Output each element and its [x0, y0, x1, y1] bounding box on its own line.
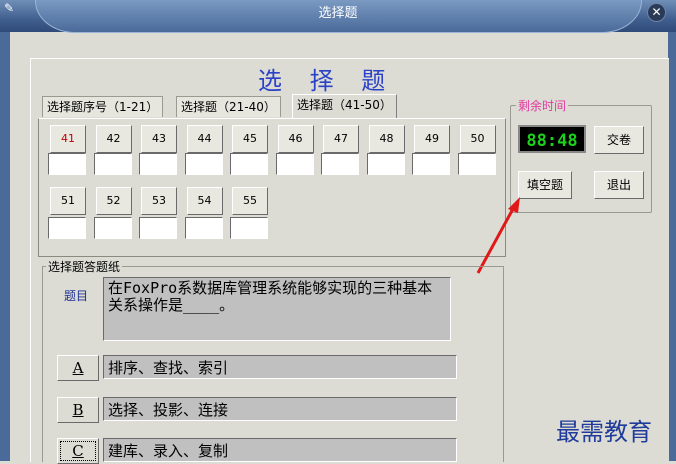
tab-range-21-40[interactable]: 选择题（21-40）: [176, 96, 281, 117]
question-47-button[interactable]: 47: [323, 125, 359, 153]
question-46-answer-box[interactable]: [275, 153, 314, 175]
question-53-answer-box[interactable]: [139, 217, 177, 239]
tab-range-41-50[interactable]: 选择题（41-50）: [292, 94, 397, 118]
question-53-button[interactable]: 53: [141, 187, 177, 215]
option-a-key: A: [72, 359, 84, 377]
watermark: 最需教育: [556, 418, 652, 446]
remaining-time-label: 剩余时间: [516, 97, 569, 114]
question-51-answer-box[interactable]: [48, 217, 86, 239]
title-bar: ✎ 选择题 ✕: [0, 0, 676, 33]
question-44-button[interactable]: 44: [186, 125, 223, 153]
option-c-button[interactable]: C: [57, 438, 99, 464]
question-43-button[interactable]: 43: [141, 125, 177, 153]
question-54-button[interactable]: 54: [186, 187, 223, 215]
question-55-button[interactable]: 55: [232, 187, 268, 215]
option-b-button[interactable]: B: [57, 397, 99, 423]
question-42-button[interactable]: 42: [95, 125, 132, 153]
arrow-head: [508, 197, 520, 213]
question-45-button[interactable]: 45: [232, 125, 268, 153]
question-54-answer-box[interactable]: [184, 217, 223, 239]
option-c-key: C: [72, 442, 84, 460]
exit-button[interactable]: 退出: [594, 171, 644, 199]
left-frame-border: [0, 32, 10, 461]
question-41-answer-box[interactable]: [48, 153, 86, 175]
question-45-answer-box[interactable]: [230, 153, 268, 175]
option-b-text: 选择、投影、连接: [103, 397, 457, 421]
question-52-button[interactable]: 52: [95, 187, 132, 215]
question-51-button[interactable]: 51: [50, 187, 86, 215]
question-50-button[interactable]: 50: [459, 125, 496, 153]
question-43-answer-box[interactable]: [139, 153, 177, 175]
question-label: 题目: [64, 289, 89, 303]
question-52-answer-box[interactable]: [93, 217, 132, 239]
question-42-answer-box[interactable]: [93, 153, 132, 175]
question-49-button[interactable]: 49: [414, 125, 450, 153]
question-text: 在FoxPro系数据库管理系统能够实现的三种基本关系操作是____。: [103, 277, 451, 341]
close-icon[interactable]: ✕: [647, 3, 666, 22]
question-46-button[interactable]: 46: [277, 125, 314, 153]
question-41-button[interactable]: 41: [50, 125, 86, 153]
option-b-key: B: [72, 401, 84, 419]
question-47-answer-box[interactable]: [321, 153, 359, 175]
question-50-answer-box[interactable]: [457, 153, 496, 175]
window-title: 选择题: [318, 6, 358, 21]
option-a-button[interactable]: A: [57, 355, 99, 381]
option-c-text: 建库、录入、复制: [103, 438, 457, 462]
question-55-answer-box[interactable]: [230, 217, 268, 239]
question-48-button[interactable]: 48: [368, 125, 405, 153]
question-44-answer-box[interactable]: [184, 153, 223, 175]
question-49-answer-box[interactable]: [412, 153, 450, 175]
right-frame-border: [668, 32, 676, 461]
page-title: 选 择 题: [258, 67, 396, 95]
arrow-shaft: [476, 206, 516, 274]
tab-range-1-21[interactable]: 选择题序号（1-21）: [42, 96, 164, 117]
submit-button[interactable]: 交卷: [594, 126, 644, 154]
option-a-text: 排序、查找、索引: [103, 355, 457, 379]
answer-sheet-label: 选择题答题纸: [46, 258, 123, 275]
question-48-answer-box[interactable]: [366, 153, 405, 175]
countdown-timer: 88:48: [518, 125, 586, 153]
